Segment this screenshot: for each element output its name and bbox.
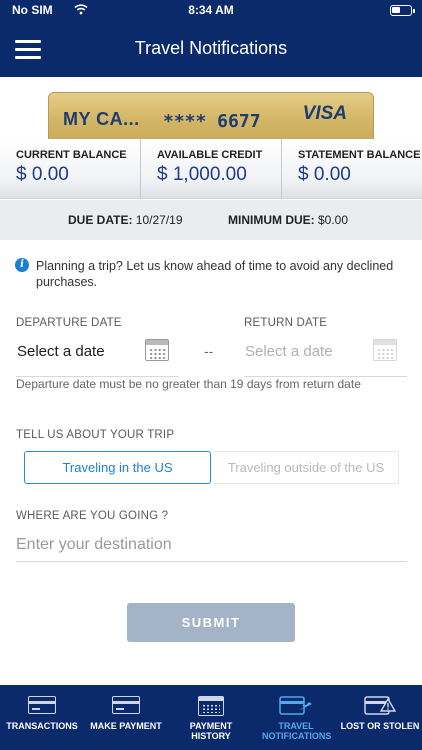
departure-date-label: DEPARTURE DATE <box>16 317 122 329</box>
calendar-icon <box>198 696 224 716</box>
balance-label: CURRENT BALANCE <box>16 149 127 161</box>
traveling-outside-us-option[interactable]: Traveling outside of the US <box>214 451 399 484</box>
tab-make-payment[interactable]: MAKE PAYMENT <box>84 685 168 750</box>
available-credit: AVAILABLE CREDIT $ 1,000.00 <box>140 139 281 199</box>
tab-lost-or-stolen[interactable]: LOST OR STOLEN <box>338 685 422 750</box>
tab-travel-notifications[interactable]: TRAVEL NOTIFICATIONS <box>254 685 338 750</box>
trip-type-label: TELL US ABOUT YOUR TRIP <box>16 429 175 441</box>
destination-label: WHERE ARE YOU GOING ? <box>16 510 169 522</box>
balance-value: $ 0.00 <box>16 164 69 185</box>
page-title: Travel Notifications <box>134 38 288 58</box>
minimum-due: MINIMUM DUE: $0.00 <box>228 213 349 227</box>
card-icon <box>28 696 56 714</box>
tab-label: TRAVEL NOTIFICATIONS <box>262 721 332 741</box>
info-icon: i <box>15 258 29 272</box>
destination-input[interactable] <box>16 528 407 562</box>
balance-label: STATEMENT BALANCE <box>298 149 421 161</box>
tab-label: MAKE PAYMENT <box>90 721 162 731</box>
card-number: **** 6677 <box>163 111 261 132</box>
credit-card-image: MY CA... **** 6677 VISA <box>48 92 374 139</box>
card-plane-icon <box>279 696 312 715</box>
card-alert-icon <box>364 696 396 715</box>
return-date-field[interactable]: Select a date <box>244 337 407 377</box>
submit-button[interactable]: SUBMIT <box>127 603 295 642</box>
bottom-tab-bar: TRANSACTIONS MAKE PAYMENT PAYMENT HISTOR… <box>0 685 422 750</box>
tab-transactions[interactable]: TRANSACTIONS <box>0 685 84 750</box>
traveling-in-us-option[interactable]: Traveling in the US <box>24 451 211 484</box>
current-balance: CURRENT BALANCE $ 0.00 <box>0 139 140 199</box>
date-separator: -- <box>204 343 214 359</box>
departure-date-value: Select a date <box>17 343 105 360</box>
statement-balance: STATEMENT BALANCE $ 0.00 <box>281 139 422 199</box>
balance-value: $ 0.00 <box>298 164 351 185</box>
tab-label: TRANSACTIONS <box>6 721 78 731</box>
due-date: DUE DATE: 10/27/19 <box>68 213 183 227</box>
tab-label: LOST OR STOLEN <box>340 721 420 731</box>
due-row: DUE DATE: 10/27/19 MINIMUM DUE: $0.00 <box>0 200 422 240</box>
calendar-icon[interactable] <box>145 339 169 361</box>
return-date-label: RETURN DATE <box>244 317 328 329</box>
info-text: Planning a trip? Let us know ahead of ti… <box>36 259 394 289</box>
visa-logo: VISA <box>302 103 347 124</box>
card-name: MY CA... <box>63 109 140 129</box>
card-image-area: MY CA... **** 6677 VISA <box>0 77 422 139</box>
app-header: Travel Notifications <box>0 20 422 77</box>
departure-date-field[interactable]: Select a date <box>16 337 179 377</box>
balance-label: AVAILABLE CREDIT <box>157 149 263 161</box>
status-bar: No SIM 8:34 AM <box>0 0 422 20</box>
battery-icon <box>390 5 415 16</box>
balance-value: $ 1,000.00 <box>157 164 247 185</box>
balance-summary: CURRENT BALANCE $ 0.00 AVAILABLE CREDIT … <box>0 139 422 199</box>
tab-payment-history[interactable]: PAYMENT HISTORY <box>168 685 254 750</box>
return-date-value: Select a date <box>245 343 333 360</box>
card-icon <box>112 696 140 714</box>
clock: 8:34 AM <box>188 3 234 17</box>
calendar-icon[interactable] <box>373 339 397 361</box>
tab-label: PAYMENT HISTORY <box>189 721 233 741</box>
info-message: i Planning a trip? Let us know ahead of … <box>15 258 407 290</box>
date-hint: Departure date must be no greater than 1… <box>16 377 361 391</box>
